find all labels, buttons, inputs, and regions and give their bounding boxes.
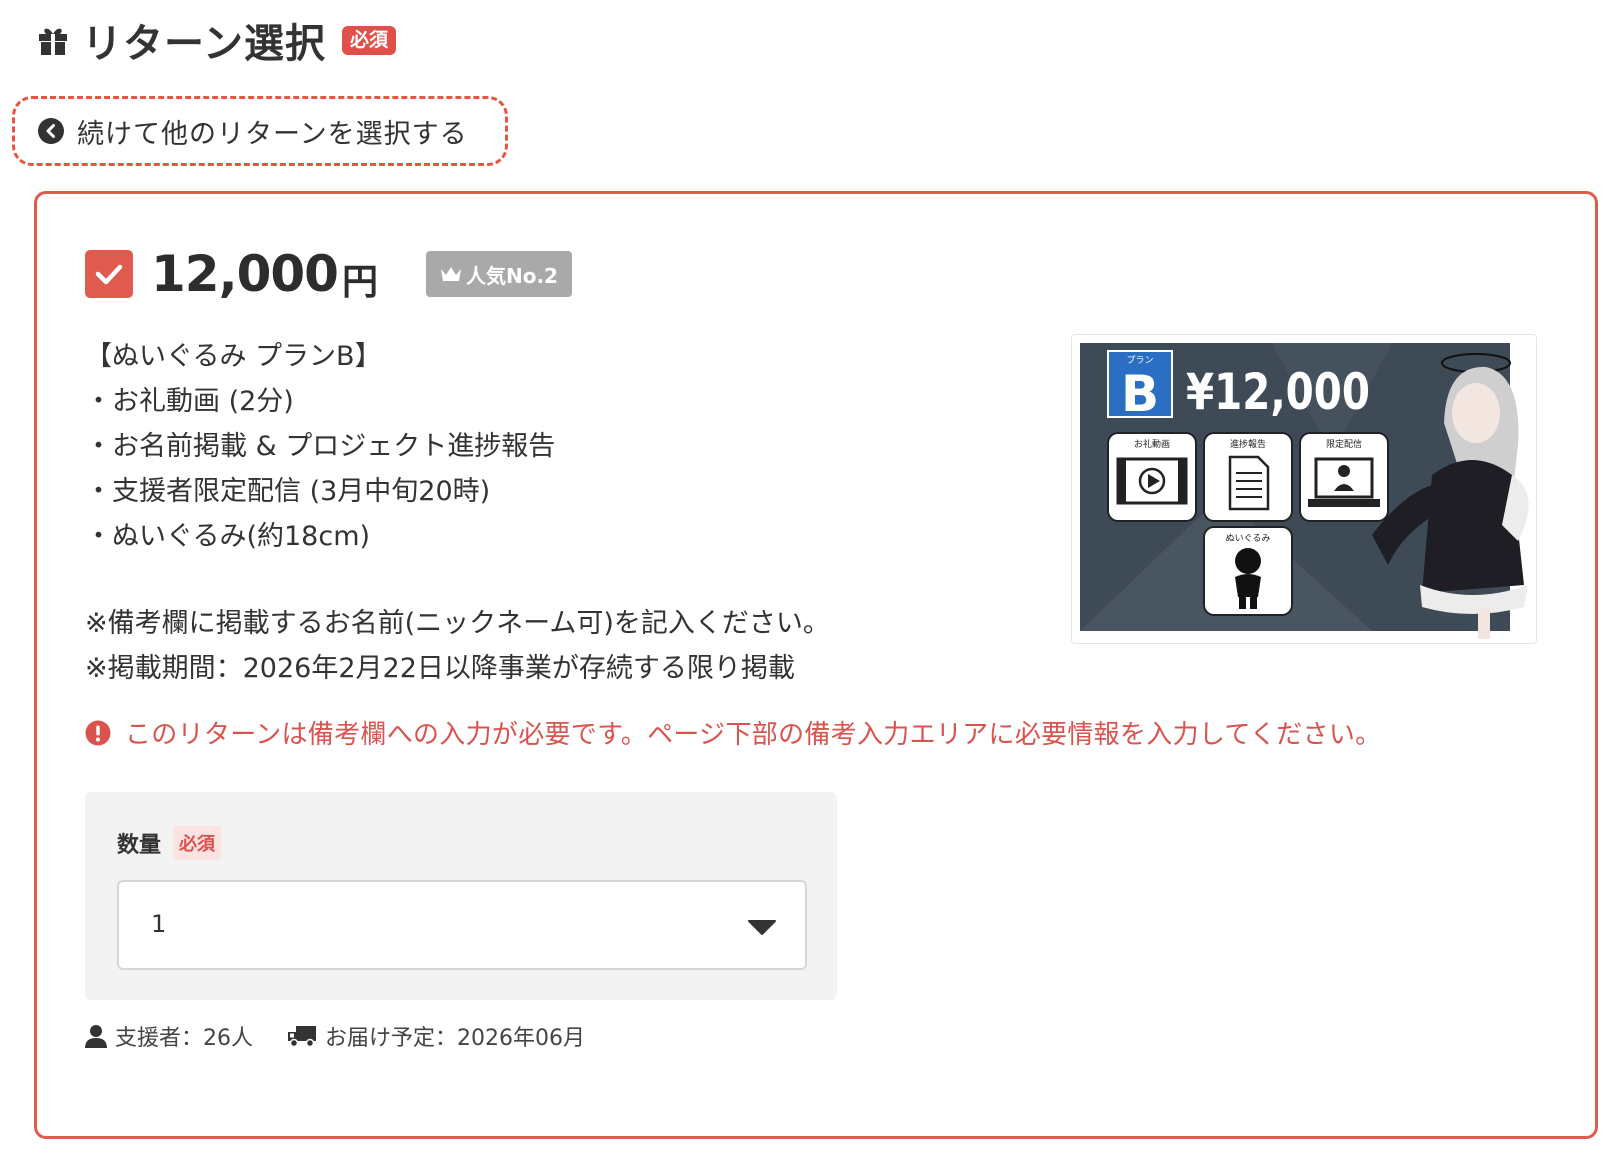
required-badge: 必須 [342,25,397,55]
price-row: 12,000 円 人気No.2 [85,245,572,303]
tile-label: 限定配信 [1326,438,1362,450]
note-line: ※掲載期間：2026年2月22日以降事業が存続する限り掲載 [85,653,795,684]
user-icon [85,1025,107,1048]
image-price: ¥12,000 [1186,363,1370,421]
backers-count: 支援者：26人 [85,1020,253,1052]
plush-figure-icon [1235,548,1261,574]
reward-description: 【ぬいぐるみ プランB】 ・お礼動画 (2分) ・お名前掲載 & プロジェクト進… [85,334,1005,691]
caret-down-icon [748,920,776,935]
delivery-schedule: お届け予定：2026年06月 [287,1020,585,1052]
quantity-label: 数量 [117,833,162,858]
tile-label: 進捗報告 [1230,438,1266,450]
description-line: ・ぬいぐるみ(約18cm) [85,521,371,552]
check-icon [95,264,123,285]
price-amount: 12,000 [151,245,339,303]
description-line: ・お礼動画 (2分) [85,386,294,417]
backers-text: 支援者：26人 [115,1026,253,1051]
description-line: ・支援者限定配信 (3月中旬20時) [85,476,491,507]
exclamation-circle-icon [85,720,111,745]
select-other-return-link[interactable]: 続けて他のリターンを選択する [12,96,508,166]
crown-icon [440,267,461,281]
gift-icon [39,28,67,55]
section-title: リターン選択 [82,21,326,67]
back-link-label: 続けて他のリターンを選択する [77,118,468,150]
reward-card[interactable]: 12,000 円 人気No.2 【ぬいぐるみ プランB】 ・お礼動画 (2分) … [34,191,1598,1139]
reward-image[interactable]: プラン B ¥12,000 お礼動画 進捗報告 限定配信 ぬいぐるみ [1071,334,1537,644]
section-header: リターン選択 必須 [36,16,397,67]
description-line: ・お名前掲載 & プロジェクト進捗報告 [85,431,556,462]
popularity-badge: 人気No.2 [425,251,572,297]
quantity-select[interactable]: 1 [117,880,807,970]
quantity-value: 1 [151,910,167,938]
quantity-label-row: 数量 必須 [117,826,222,860]
notice-text: このリターンは備考欄への入力が必要です。ページ下部の備考入力エリアに必要情報を入… [125,720,1382,750]
delivery-text: お届け予定：2026年06月 [325,1026,585,1051]
reward-checkbox[interactable] [85,250,133,298]
tile-label: ぬいぐるみ [1226,533,1271,544]
remarks-required-notice: このリターンは備考欄への入力が必要です。ページ下部の備考入力エリアに必要情報を入… [85,714,1381,751]
chevron-left-circle-icon [38,118,64,144]
quantity-panel: 数量 必須 1 [85,792,837,1000]
tile-label: お礼動画 [1134,438,1170,450]
description-line: 【ぬいぐるみ プランB】 [85,341,382,372]
note-line: ※備考欄に掲載するお名前(ニックネーム可)を記入ください。 [85,608,830,639]
reward-image-graphic: プラン B ¥12,000 お礼動画 進捗報告 限定配信 ぬいぐるみ [1080,343,1529,639]
price-unit: 円 [341,262,378,303]
popularity-badge-label: 人気No.2 [465,263,558,288]
reward-meta: 支援者：26人 お届け予定：2026年06月 [85,1020,619,1052]
document-icon [1228,455,1270,511]
truck-icon [288,1026,316,1048]
plan-letter: B [1121,365,1159,423]
quantity-required-badge: 必須 [173,826,222,860]
laptop-icon [1314,457,1374,499]
